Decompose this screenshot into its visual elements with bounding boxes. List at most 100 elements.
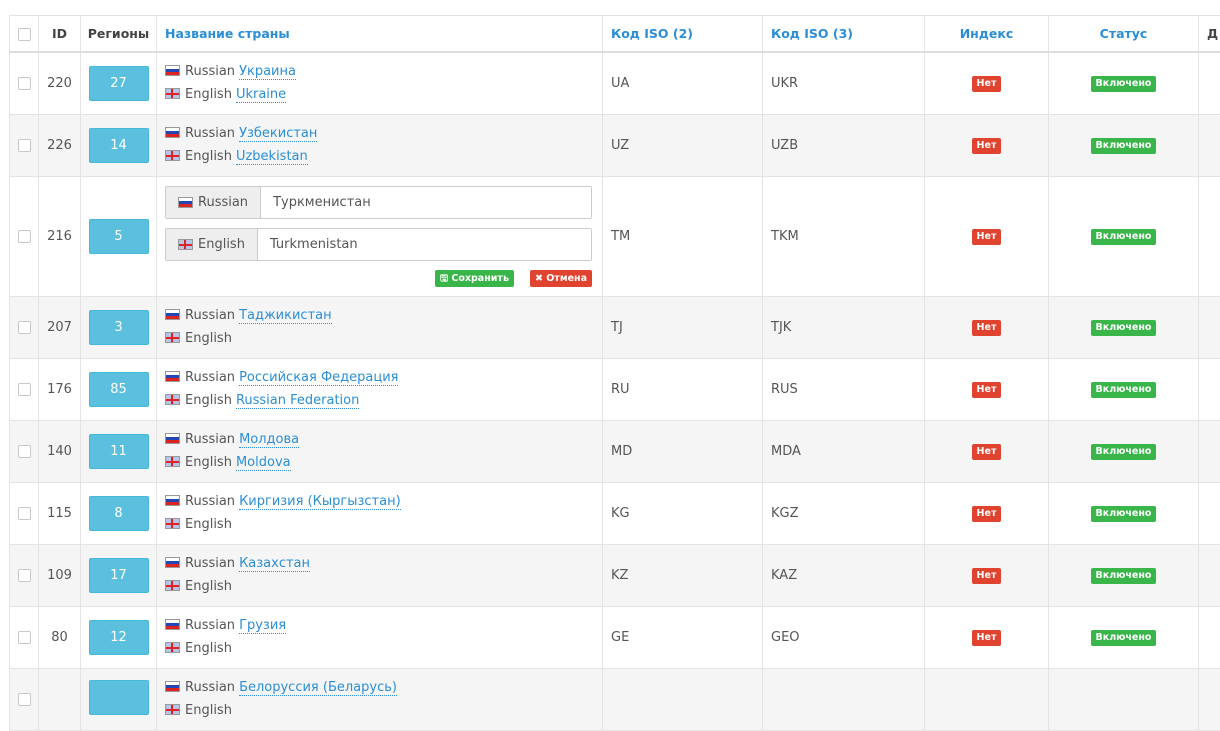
iso3-code: TKM — [763, 176, 925, 296]
english-name-line: English — [165, 575, 602, 598]
table-row: 8012RussianГрузияEnglishGEGEOНетВключено — [10, 606, 1220, 668]
regions-button[interactable]: 8 — [89, 496, 149, 531]
regions-button[interactable] — [89, 680, 149, 715]
row-checkbox-cell — [10, 176, 39, 296]
table-row: RussianБелоруссия (Беларусь)English — [10, 668, 1220, 730]
country-names: Russian Казахстан English — [157, 552, 602, 598]
index-badge[interactable]: Нет — [972, 76, 1002, 92]
english-lang-label: English — [185, 455, 232, 470]
index-badge[interactable]: Нет — [972, 138, 1002, 154]
header-iso3[interactable]: Код ISO (3) — [763, 16, 925, 53]
english-country-name[interactable]: Russian Federation — [236, 393, 359, 409]
status-badge[interactable]: Включено — [1091, 506, 1157, 522]
index-badge[interactable]: Нет — [972, 444, 1002, 460]
iso2-code: TM — [603, 176, 763, 296]
iso3-code: GEO — [763, 606, 925, 668]
regions-button[interactable]: 27 — [89, 66, 149, 101]
status-badge[interactable]: Включено — [1091, 568, 1157, 584]
row-checkbox[interactable] — [18, 139, 31, 152]
status-badge[interactable]: Включено — [1091, 382, 1157, 398]
row-checkbox[interactable] — [18, 230, 31, 243]
index-badge[interactable]: Нет — [972, 229, 1002, 245]
russian-addon: Russian — [166, 187, 261, 218]
russian-name-line: RussianГрузия — [165, 614, 602, 637]
russian-country-name[interactable]: Казахстан — [239, 556, 310, 572]
flag-ru-icon — [165, 309, 180, 320]
index-badge[interactable]: Нет — [972, 568, 1002, 584]
iso2-code: MD — [603, 420, 763, 482]
regions-button[interactable]: 85 — [89, 372, 149, 407]
status-badge[interactable]: Включено — [1091, 444, 1157, 460]
index-badge[interactable]: Нет — [972, 382, 1002, 398]
status-cell: Включено — [1049, 176, 1199, 296]
table-row: 10917RussianКазахстанEnglishKZKAZНетВклю… — [10, 544, 1220, 606]
country-name-cell: RussianБелоруссия (Беларусь)English — [157, 668, 603, 730]
status-badge[interactable]: Включено — [1091, 630, 1157, 646]
iso3-code: KGZ — [763, 482, 925, 544]
header-status[interactable]: Статус — [1049, 16, 1199, 53]
status-badge[interactable]: Включено — [1091, 138, 1157, 154]
russian-country-name[interactable]: Грузия — [239, 618, 286, 634]
status-cell: Включено — [1049, 606, 1199, 668]
header-id[interactable]: ID — [39, 16, 81, 53]
russian-lang-label: Russian — [185, 432, 235, 447]
regions-button[interactable]: 5 — [89, 219, 149, 254]
russian-country-name[interactable]: Таджикистан — [239, 308, 332, 324]
flag-ru-icon — [165, 681, 180, 692]
regions-button[interactable]: 11 — [89, 434, 149, 469]
index-badge[interactable]: Нет — [972, 506, 1002, 522]
iso2-code: UA — [603, 52, 763, 114]
country-name-cell: RussianТаджикистанEnglish — [157, 296, 603, 358]
russian-name-line: RussianУзбекистан — [165, 122, 602, 145]
regions-button[interactable]: 14 — [89, 128, 149, 163]
english-lang-label: English — [185, 703, 232, 718]
row-checkbox[interactable] — [18, 569, 31, 582]
header-index[interactable]: Индекс — [925, 16, 1049, 53]
russian-name-input[interactable] — [261, 187, 591, 218]
regions-cell: 5 — [81, 176, 157, 296]
russian-name-line: Russian Казахстан — [165, 552, 602, 575]
english-country-name[interactable]: Uzbekistan — [236, 149, 308, 165]
russian-country-name[interactable]: Молдова — [239, 432, 299, 448]
english-country-name[interactable]: Moldova — [236, 455, 291, 471]
row-checkbox[interactable] — [18, 445, 31, 458]
index-badge[interactable]: Нет — [972, 320, 1002, 336]
status-badge[interactable]: Включено — [1091, 76, 1157, 92]
russian-country-name[interactable]: Российская Федерация — [239, 370, 398, 386]
row-checkbox[interactable] — [18, 383, 31, 396]
row-checkbox[interactable] — [18, 631, 31, 644]
header-iso2[interactable]: Код ISO (2) — [603, 16, 763, 53]
country-name-cell: Russian Молдова English Moldova — [157, 420, 603, 482]
russian-country-name[interactable]: Узбекистан — [239, 126, 317, 142]
russian-name-line: RussianТаджикистан — [165, 304, 602, 327]
english-lang-label: English — [185, 641, 232, 656]
regions-button[interactable]: 3 — [89, 310, 149, 345]
regions-button[interactable]: 12 — [89, 620, 149, 655]
status-badge[interactable]: Включено — [1091, 320, 1157, 336]
russian-country-name[interactable]: Украина — [239, 64, 296, 80]
country-name-cell: RussianEnglish🖫 Сохранить✖ Отмена — [157, 176, 603, 296]
russian-country-name[interactable]: Киргизия (Кыргызстан) — [239, 494, 401, 510]
country-name-cell: RussianКиргизия (Кыргызстан)English — [157, 482, 603, 544]
english-name-input[interactable] — [258, 229, 591, 260]
save-button[interactable]: 🖫 Сохранить — [435, 270, 514, 287]
flag-uk-icon — [165, 332, 180, 343]
flag-ru-icon — [165, 371, 180, 382]
row-checkbox[interactable] — [18, 507, 31, 520]
cancel-button[interactable]: ✖ Отмена — [530, 270, 592, 287]
russian-lang-label: Russian — [185, 556, 235, 571]
header-more: Д — [1199, 16, 1220, 53]
index-cell: Нет — [925, 296, 1049, 358]
row-checkbox[interactable] — [18, 77, 31, 90]
status-badge[interactable]: Включено — [1091, 229, 1157, 245]
index-badge[interactable]: Нет — [972, 630, 1002, 646]
regions-button[interactable]: 17 — [89, 558, 149, 593]
english-country-name[interactable]: Ukraine — [236, 87, 286, 103]
row-checkbox[interactable] — [18, 321, 31, 334]
row-id: 226 — [39, 114, 81, 176]
more-cell — [1199, 482, 1220, 544]
select-all-checkbox[interactable] — [18, 28, 31, 41]
row-id: 220 — [39, 52, 81, 114]
row-checkbox[interactable] — [18, 693, 31, 706]
header-name[interactable]: Название страны — [157, 16, 603, 53]
